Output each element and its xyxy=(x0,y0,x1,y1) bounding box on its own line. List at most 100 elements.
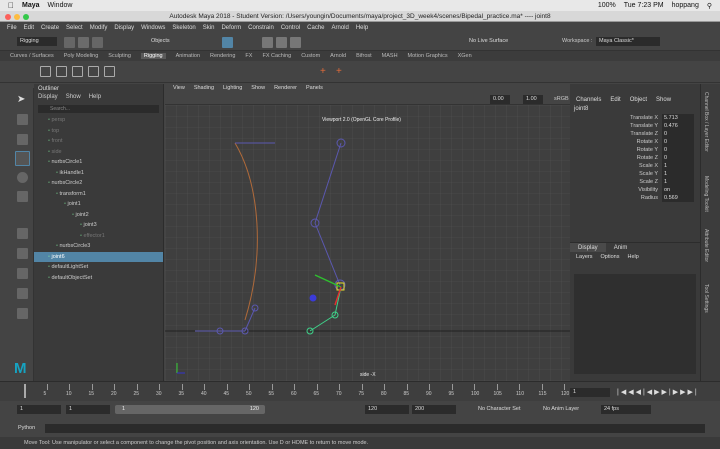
shelf-tab-mash[interactable]: MASH xyxy=(382,53,398,59)
node-name[interactable]: joint8 xyxy=(570,105,700,114)
time-slider[interactable]: 5 10 15 20 25 30 35 40 45 50 55 60 65 70 75 80 85 90 95 100… xyxy=(0,381,720,401)
app-menu[interactable]: Maya xyxy=(22,2,40,9)
outliner-item[interactable]: ◦ top xyxy=(34,126,163,137)
outliner-item[interactable]: ◦ nurbsCircle3 xyxy=(34,241,163,252)
anim-layer-dropdown[interactable]: No Anim Layer xyxy=(540,405,598,414)
viewport-menu-shading[interactable]: Shading xyxy=(194,84,214,93)
outliner-item[interactable]: ◦ defaultObjectSet xyxy=(34,273,163,284)
attribute-value[interactable]: on xyxy=(662,186,694,194)
menu-skeleton[interactable]: Skeleton xyxy=(172,25,195,31)
playback-start-field[interactable]: 1 xyxy=(66,405,110,414)
menu-select[interactable]: Select xyxy=(66,25,83,31)
rotate-tool-icon[interactable] xyxy=(17,172,28,183)
menu-arnold[interactable]: Arnold xyxy=(332,25,349,31)
outliner-item[interactable]: ◦ defaultLightSet xyxy=(34,262,163,273)
close-window-button[interactable] xyxy=(5,14,11,20)
snap-point-icon[interactable] xyxy=(290,37,301,48)
end-time-field[interactable]: 200 xyxy=(412,405,456,414)
channel-attribute[interactable]: Rotate Y 0 xyxy=(570,146,700,154)
outliner-item[interactable]: ◦ effector1 xyxy=(34,231,163,242)
open-scene-icon[interactable] xyxy=(78,37,89,48)
channel-attribute[interactable]: Rotate Z 0 xyxy=(570,154,700,162)
start-time-field[interactable]: 1 xyxy=(17,405,61,414)
shelf-tab-fx-caching[interactable]: FX Caching xyxy=(262,53,291,59)
menu-create[interactable]: Create xyxy=(41,25,59,31)
menu-modify[interactable]: Modify xyxy=(90,25,108,31)
tab-tool-settings[interactable]: Tool Settings xyxy=(703,284,709,313)
channel-menu-channels[interactable]: Channels xyxy=(576,96,601,105)
channel-attribute[interactable]: Scale Y 1 xyxy=(570,170,700,178)
shelf-tab-poly-modeling[interactable]: Poly Modeling xyxy=(64,53,99,59)
select-mode-dropdown[interactable]: Objects xyxy=(148,37,184,46)
shelf-tab-motion-graphics[interactable]: Motion Graphics xyxy=(408,53,448,59)
shelf-tab-animation[interactable]: Animation xyxy=(176,53,200,59)
move-tool-icon[interactable] xyxy=(15,151,30,166)
outliner-menu-display[interactable]: Display xyxy=(38,94,58,103)
channel-attribute[interactable]: Translate Z 0 xyxy=(570,130,700,138)
outliner-item[interactable]: ◦ joint6 xyxy=(34,251,163,262)
outliner-item[interactable]: ◦ joint3 xyxy=(34,220,163,231)
viewport-canvas[interactable]: Viewport 2.0 (OpenGL Core Profile) side … xyxy=(165,105,570,381)
channel-menu-edit[interactable]: Edit xyxy=(610,96,620,105)
viewport-menu-renderer[interactable]: Renderer xyxy=(274,84,297,93)
character-set-dropdown[interactable]: No Character Set xyxy=(475,405,533,414)
viewport-menu-show[interactable]: Show xyxy=(251,84,265,93)
attribute-value[interactable]: 0.569 xyxy=(662,194,694,202)
cluster-icon[interactable]: + xyxy=(320,66,331,77)
attribute-value[interactable]: 1 xyxy=(662,170,694,178)
command-input[interactable] xyxy=(45,424,705,433)
menuset-dropdown[interactable]: Rigging xyxy=(17,37,57,46)
attribute-value[interactable]: 0.476 xyxy=(662,122,694,130)
shelf-tab-bifrost[interactable]: Bifrost xyxy=(356,53,372,59)
attribute-value[interactable]: 1 xyxy=(662,178,694,186)
fps-dropdown[interactable]: 24 fps xyxy=(601,405,651,414)
viewport-menu-panels[interactable]: Panels xyxy=(306,84,323,93)
create-joint-icon[interactable] xyxy=(40,66,51,77)
python-label[interactable]: Python xyxy=(18,425,35,431)
channel-attribute[interactable]: Scale X 1 xyxy=(570,162,700,170)
layer-list[interactable] xyxy=(574,274,696,374)
user-name[interactable]: hoppang xyxy=(672,2,699,9)
snap-grid-icon[interactable] xyxy=(262,37,273,48)
zoom-window-button[interactable] xyxy=(23,14,29,20)
select-tool-icon[interactable]: ➤ xyxy=(17,94,28,105)
live-surface-label[interactable]: No Live Surface xyxy=(466,37,521,46)
attribute-value[interactable]: 1 xyxy=(662,162,694,170)
menu-skin[interactable]: Skin xyxy=(203,25,215,31)
menu-display[interactable]: Display xyxy=(114,25,134,31)
paint-weights-icon[interactable] xyxy=(104,66,115,77)
tab-modeling-toolkit[interactable]: Modeling Toolkit xyxy=(703,176,709,212)
playback-controls[interactable]: |◀◀◀|◀▶▶|▶▶▶| xyxy=(617,388,699,396)
outliner-menu-show[interactable]: Show xyxy=(66,94,81,103)
menu-constrain[interactable]: Constrain xyxy=(248,25,274,31)
shelf-tab-rigging[interactable]: Rigging xyxy=(140,53,166,59)
layer-menu-layers[interactable]: Layers xyxy=(576,254,593,260)
shelf-tab-sculpting[interactable]: Sculpting xyxy=(108,53,131,59)
channel-attribute[interactable]: Visibility on xyxy=(570,186,700,194)
menu-control[interactable]: Control xyxy=(281,25,300,31)
scale-tool-icon[interactable] xyxy=(17,191,28,202)
shelf-tab-custom[interactable]: Custom xyxy=(301,53,320,59)
layer-tab-anim[interactable]: Anim xyxy=(606,243,636,252)
exposure-field[interactable]: 0.00 xyxy=(490,95,510,104)
layer-menu-options[interactable]: Options xyxy=(601,254,620,260)
outliner-layout-icon[interactable] xyxy=(17,308,28,319)
viewport-menu-view[interactable]: View xyxy=(173,84,185,93)
ik-spline-icon[interactable] xyxy=(72,66,83,77)
save-scene-icon[interactable] xyxy=(92,37,103,48)
outliner-item[interactable]: ◦ side xyxy=(34,147,163,158)
outliner-item[interactable]: ◦ persp xyxy=(34,115,163,126)
single-view-icon[interactable] xyxy=(17,248,28,259)
playback-end-field[interactable]: 120 xyxy=(365,405,409,414)
apple-icon[interactable]:  xyxy=(8,1,14,10)
locator-icon[interactable]: + xyxy=(336,66,347,77)
attribute-value[interactable]: 5.713 xyxy=(662,114,694,122)
channel-attribute[interactable]: Translate X 5.713 xyxy=(570,114,700,122)
outliner-item[interactable]: ◦ nurbsCircle1 xyxy=(34,157,163,168)
shelf-tab-rendering[interactable]: Rendering xyxy=(210,53,235,59)
outliner-search-input[interactable]: Search... xyxy=(38,105,159,113)
outliner-item[interactable]: ◦ joint1 xyxy=(34,199,163,210)
outliner-item[interactable]: ◦ joint2 xyxy=(34,210,163,221)
lasso-tool-icon[interactable] xyxy=(17,114,28,125)
channel-menu-object[interactable]: Object xyxy=(630,96,647,105)
